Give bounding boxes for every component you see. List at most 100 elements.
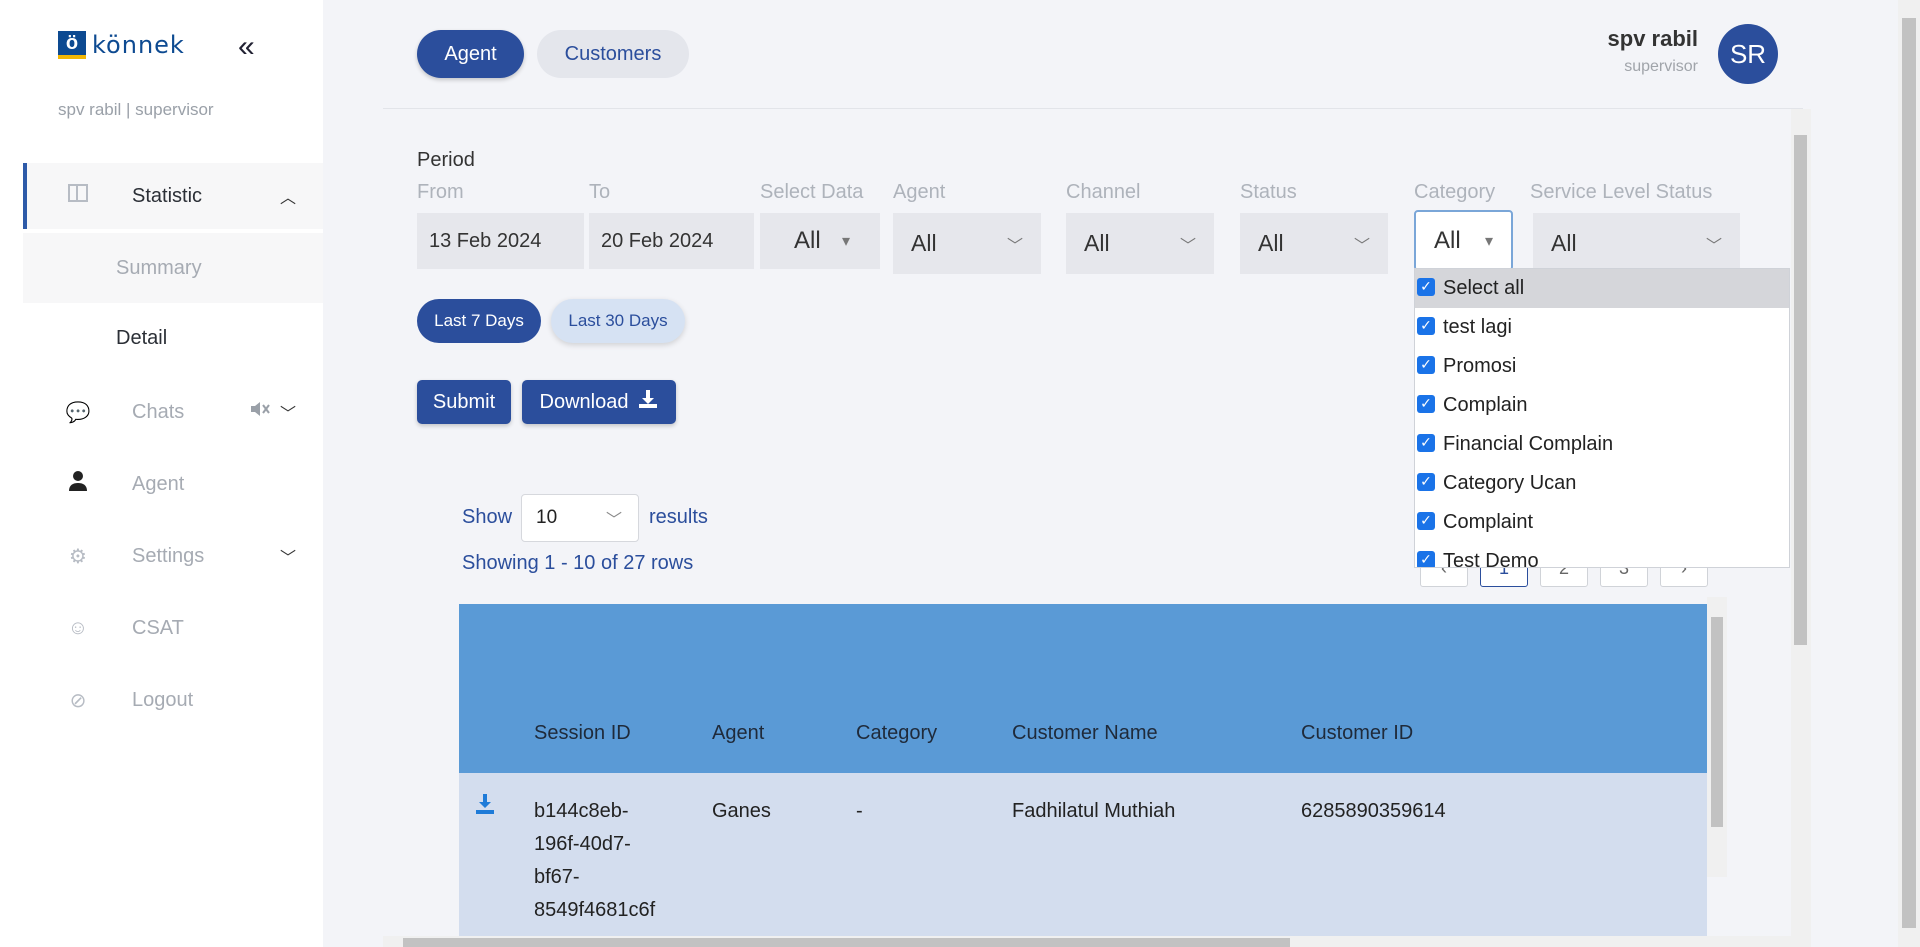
cell-customer-name: Fadhilatul Muthiah: [1012, 800, 1176, 822]
checkbox-checked-icon[interactable]: ✓: [1417, 472, 1435, 491]
category-option[interactable]: ✓ test lagi: [1415, 308, 1789, 347]
download-icon[interactable]: [475, 793, 495, 821]
chevron-up-icon[interactable]: ︿: [280, 184, 296, 208]
sidebar-subitem-summary[interactable]: Summary: [23, 233, 323, 303]
checkbox-checked-icon[interactable]: ✓: [1417, 277, 1435, 296]
sidebar-item-chats[interactable]: 💬 Chats ﹀: [23, 379, 323, 445]
checkbox-checked-icon[interactable]: ✓: [1417, 511, 1435, 530]
category-option[interactable]: ✓ Category Ucan: [1415, 464, 1789, 503]
period-label: Period: [417, 149, 475, 171]
download-icon: [638, 389, 658, 415]
panel-icon: [65, 184, 91, 208]
sidebar-item-agent[interactable]: Agent: [23, 451, 323, 517]
category-filter-select[interactable]: All ▾: [1414, 210, 1513, 271]
collapse-sidebar-icon[interactable]: «: [238, 30, 255, 64]
table-header: Session ID Agent Category Customer Name …: [459, 604, 1707, 773]
agent-filter-select[interactable]: All ﹀: [893, 213, 1041, 274]
option-label: Financial Complain: [1443, 433, 1614, 455]
category-option[interactable]: ✓ Test Demo: [1415, 542, 1789, 568]
logo-mark: ö: [58, 31, 86, 59]
col-customer-name[interactable]: Customer Name: [1012, 722, 1158, 745]
sidebar-item-label: Agent: [132, 472, 185, 495]
chevron-down-icon: ﹀: [1179, 237, 1196, 255]
cell-category: -: [856, 800, 863, 822]
page-size-select[interactable]: 10 ﹀: [521, 494, 639, 542]
col-category[interactable]: Category: [856, 722, 937, 745]
category-dropdown-menu: ✓ Select all ✓ test lagi ✓ Promosi ✓ Com…: [1414, 268, 1790, 568]
avatar[interactable]: SR: [1718, 24, 1778, 84]
checkbox-checked-icon[interactable]: ✓: [1417, 433, 1435, 452]
option-label: Select all: [1443, 277, 1525, 299]
channel-filter-label: Channel: [1066, 181, 1141, 203]
muted-speaker-icon[interactable]: [249, 399, 271, 425]
sidebar-item-label: Chats: [132, 400, 185, 423]
page-vertical-scroll-thumb[interactable]: [1902, 18, 1916, 928]
last-30-days-button[interactable]: Last 30 Days: [551, 299, 685, 343]
sidebar-item-csat[interactable]: ☺ CSAT: [23, 595, 323, 661]
status-filter-value: All: [1258, 230, 1284, 256]
brand-logo[interactable]: ö könnek: [58, 31, 185, 59]
session-id-part: 196f-40d7-: [534, 833, 631, 855]
session-id-part: bf67-: [534, 866, 580, 888]
smiley-icon: ☺: [67, 616, 89, 639]
table-row[interactable]: b144c8eb- 196f-40d7- bf67- 8549f4681c6f …: [459, 773, 1707, 947]
to-date-value: 20 Feb 2024: [601, 229, 714, 252]
horizontal-scroll-thumb[interactable]: [403, 938, 1290, 947]
from-date-field[interactable]: 13 Feb 2024: [417, 213, 584, 269]
sidebar-subitem-detail[interactable]: Detail: [23, 303, 323, 373]
person-icon: [65, 471, 91, 497]
checkbox-checked-icon[interactable]: ✓: [1417, 550, 1435, 567]
table-vertical-scroll-thumb[interactable]: [1711, 617, 1723, 827]
option-label: Category Ucan: [1443, 472, 1577, 494]
col-agent[interactable]: Agent: [712, 722, 764, 745]
caret-down-icon: ▾: [841, 233, 850, 250]
chevron-down-icon: ﹀: [1353, 237, 1370, 255]
sidebar-item-statistic[interactable]: Statistic ︿: [23, 163, 323, 229]
showing-rows-text: Showing 1 - 10 of 27 rows: [462, 552, 694, 574]
select-data-select[interactable]: All ▾: [760, 213, 880, 269]
sessions-table: Session ID Agent Category Customer Name …: [459, 604, 1707, 947]
category-option[interactable]: ✓ Financial Complain: [1415, 425, 1789, 464]
logout-icon: ⊘: [69, 689, 87, 712]
sidebar-item-label: Settings: [132, 544, 205, 567]
panel-vertical-scroll-thumb[interactable]: [1794, 135, 1807, 645]
chevron-down-icon: ﹀: [605, 512, 622, 529]
sidebar-item-logout[interactable]: ⊘ Logout: [23, 667, 323, 733]
option-label: Promosi: [1443, 355, 1517, 377]
category-filter-label: Category: [1414, 181, 1496, 203]
category-filter-value: All: [1434, 226, 1461, 254]
checkbox-checked-icon[interactable]: ✓: [1417, 355, 1435, 374]
service-level-status-select[interactable]: All ﹀: [1533, 213, 1740, 274]
main-area: Agent Customers spv rabil supervisor SR …: [323, 0, 1920, 947]
category-option[interactable]: ✓ Complain: [1415, 386, 1789, 425]
category-option[interactable]: ✓ Promosi: [1415, 347, 1789, 386]
option-label: Complain: [1443, 394, 1528, 416]
chevron-down-icon[interactable]: ﹀: [280, 544, 296, 568]
chevron-down-icon[interactable]: ﹀: [280, 400, 296, 424]
tab-customers[interactable]: Customers: [537, 30, 689, 78]
cell-customer-id: 6285890359614: [1301, 800, 1446, 822]
sidebar-item-label: Logout: [132, 688, 194, 711]
status-filter-select[interactable]: All ﹀: [1240, 213, 1388, 274]
gear-icon: ⚙: [69, 545, 87, 568]
sidebar-item-settings[interactable]: ⚙ Settings ﹀: [23, 523, 323, 589]
col-session-id[interactable]: Session ID: [534, 722, 631, 745]
download-button[interactable]: Download: [522, 380, 676, 424]
checkbox-checked-icon[interactable]: ✓: [1417, 316, 1435, 335]
option-label: Test Demo: [1443, 550, 1539, 568]
channel-filter-select[interactable]: All ﹀: [1066, 213, 1214, 274]
profile-role: supervisor: [1624, 58, 1698, 75]
status-filter-label: Status: [1240, 181, 1297, 203]
select-data-value: All: [794, 227, 821, 254]
agent-filter-label: Agent: [893, 181, 946, 203]
last-7-days-button[interactable]: Last 7 Days: [417, 299, 541, 343]
page-size-value: 10: [536, 507, 558, 528]
submit-button[interactable]: Submit: [417, 380, 511, 424]
col-customer-id[interactable]: Customer ID: [1301, 722, 1413, 745]
tab-agent[interactable]: Agent: [417, 30, 524, 78]
category-option-select-all[interactable]: ✓ Select all: [1415, 269, 1789, 308]
to-date-field[interactable]: 20 Feb 2024: [589, 213, 754, 269]
category-option[interactable]: ✓ Complaint: [1415, 503, 1789, 542]
agent-filter-value: All: [911, 230, 937, 256]
checkbox-checked-icon[interactable]: ✓: [1417, 394, 1435, 413]
